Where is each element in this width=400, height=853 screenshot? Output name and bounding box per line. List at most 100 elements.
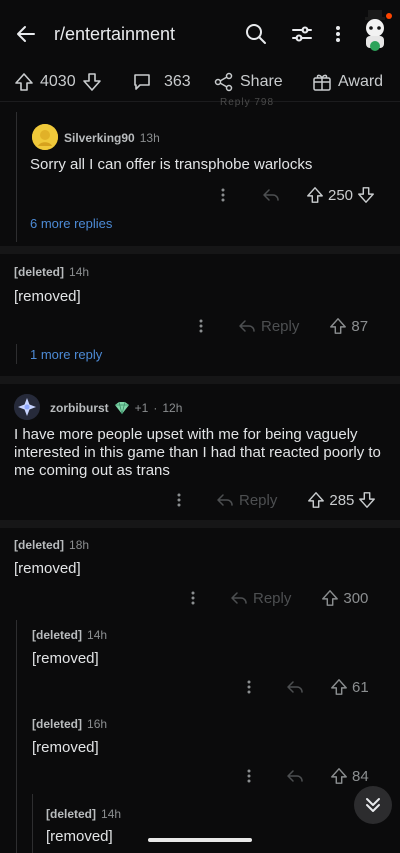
reply-arrow-icon[interactable] [262, 187, 280, 203]
comment-vote-group: 84 [330, 767, 369, 785]
comment-meta: [deleted] 14h [46, 807, 121, 821]
comment-time: 12h [162, 401, 183, 415]
comment-vote-group: 285 [307, 491, 376, 509]
scroll-to-next-button[interactable] [354, 786, 392, 824]
clipped-previous-reply-row: Reply 798 [220, 97, 275, 108]
comment-vote-group: 61 [330, 678, 369, 696]
reply-button[interactable]: Reply [230, 590, 291, 607]
thread-line [16, 112, 17, 242]
thread-divider [0, 246, 400, 254]
comment-body: I have more people upset with me for bei… [14, 426, 381, 479]
comment-username: [deleted] [32, 717, 83, 731]
comment-vote-count: 84 [352, 767, 369, 785]
upvote-arrow-icon[interactable] [330, 678, 348, 696]
comment-body: [removed] [46, 828, 113, 845]
reply-label: Reply [239, 491, 278, 509]
comment-body: [removed] [32, 739, 99, 756]
downvote-arrow-icon[interactable] [358, 491, 376, 509]
upvote-arrow-icon[interactable] [330, 767, 348, 785]
reply-label: Reply [253, 589, 292, 607]
reply-arrow-icon [239, 320, 255, 332]
comment-vote-group: 87 [329, 317, 368, 335]
comment-meta: [deleted] 14h [14, 265, 89, 279]
upvote-arrow-icon[interactable] [321, 589, 339, 607]
upvote-arrow-icon[interactable] [307, 491, 325, 509]
post-vote-count: 4030 [40, 73, 76, 90]
comment-username: [deleted] [14, 538, 65, 552]
user-avatar-zorbiburst [14, 394, 40, 420]
comment-meta: [deleted] 18h [14, 538, 89, 552]
comment-controls: Reply 285 [176, 491, 376, 509]
reply-button[interactable]: Reply [216, 492, 277, 509]
more-replies-link[interactable]: 1 more reply [30, 347, 102, 362]
comment-meta: Silverking90 13h [64, 131, 160, 145]
comment-vote-count: 250 [328, 186, 354, 204]
comment-time: 13h [139, 131, 160, 145]
comment-controls: 84 [246, 767, 369, 785]
share-icon [214, 72, 234, 92]
comment-username[interactable]: Silverking90 [64, 131, 135, 145]
more-replies-link[interactable]: 6 more replies [30, 216, 112, 231]
comment-vote-count: 87 [351, 317, 369, 335]
comment-vote-group: 300 [321, 589, 368, 607]
award-label: Award [338, 73, 384, 90]
top-bar: r/entertainment [0, 0, 400, 62]
comment-more-icon[interactable] [176, 492, 182, 508]
post-vote-group: 4030 [14, 72, 102, 92]
comment-body: [removed] [32, 650, 99, 667]
comment-more-icon[interactable] [246, 768, 252, 784]
reply-arrow-icon[interactable] [286, 679, 304, 695]
upvote-arrow-icon[interactable] [329, 317, 347, 335]
comment-controls: 250 [220, 186, 375, 204]
comment-count: 363 [164, 73, 191, 90]
comment-body: [removed] [14, 560, 81, 577]
comment-time: 16h [87, 717, 108, 731]
thread-line [16, 344, 17, 364]
comment-meta: zorbiburst +1 · 12h [50, 401, 182, 415]
downvote-arrow-icon[interactable] [82, 72, 102, 92]
comment-more-icon[interactable] [190, 590, 196, 606]
home-indicator[interactable] [148, 838, 252, 842]
comment-more-icon[interactable] [246, 679, 252, 695]
comment-more-icon[interactable] [198, 318, 204, 334]
comment-body: [removed] [14, 288, 81, 305]
reply-arrow-icon [231, 592, 247, 604]
award-gift-icon [312, 72, 332, 92]
search-icon[interactable] [244, 22, 268, 46]
user-avatar[interactable] [356, 8, 396, 54]
comment-vote-group: 250 [306, 186, 375, 204]
thread-divider [0, 520, 400, 528]
share-label: Share [240, 73, 283, 90]
reply-arrow-icon [217, 494, 233, 506]
upvote-arrow-icon[interactable] [306, 186, 324, 204]
share-button[interactable]: Share [214, 72, 283, 92]
comment-controls: Reply 300 [190, 589, 368, 607]
overflow-menu-icon[interactable] [332, 22, 344, 46]
comment-more-icon[interactable] [220, 187, 226, 203]
comments-button[interactable]: 363 [132, 72, 191, 92]
comment-username: [deleted] [32, 628, 83, 642]
comment-time: 18h [69, 538, 90, 552]
award-button[interactable]: Award [312, 72, 383, 92]
subreddit-title[interactable]: r/entertainment [54, 24, 175, 45]
thread-line [32, 794, 33, 853]
comment-body: Sorry all I can offer is transphobe warl… [30, 156, 313, 173]
reply-arrow-icon[interactable] [286, 768, 304, 784]
sort-filter-icon[interactable] [290, 22, 314, 46]
comment-vote-count: 300 [343, 589, 369, 607]
comment-meta: [deleted] 16h [32, 717, 107, 731]
comment-meta: [deleted] 14h [32, 628, 107, 642]
downvote-arrow-icon[interactable] [357, 186, 375, 204]
thread-divider [0, 376, 400, 384]
comment-time: 14h [101, 807, 122, 821]
comment-username: [deleted] [14, 265, 65, 279]
user-avatar-silverking [32, 124, 58, 150]
comment-controls: 61 [246, 678, 369, 696]
post-action-bar: 4030 363 Share Award [0, 62, 400, 102]
comment-username[interactable]: zorbiburst [50, 401, 109, 415]
award-badge-icon [114, 401, 130, 415]
upvote-arrow-icon[interactable] [14, 72, 34, 92]
reply-button[interactable]: Reply [238, 318, 299, 335]
back-arrow-icon[interactable] [14, 22, 38, 46]
reply-label: Reply [261, 317, 300, 335]
